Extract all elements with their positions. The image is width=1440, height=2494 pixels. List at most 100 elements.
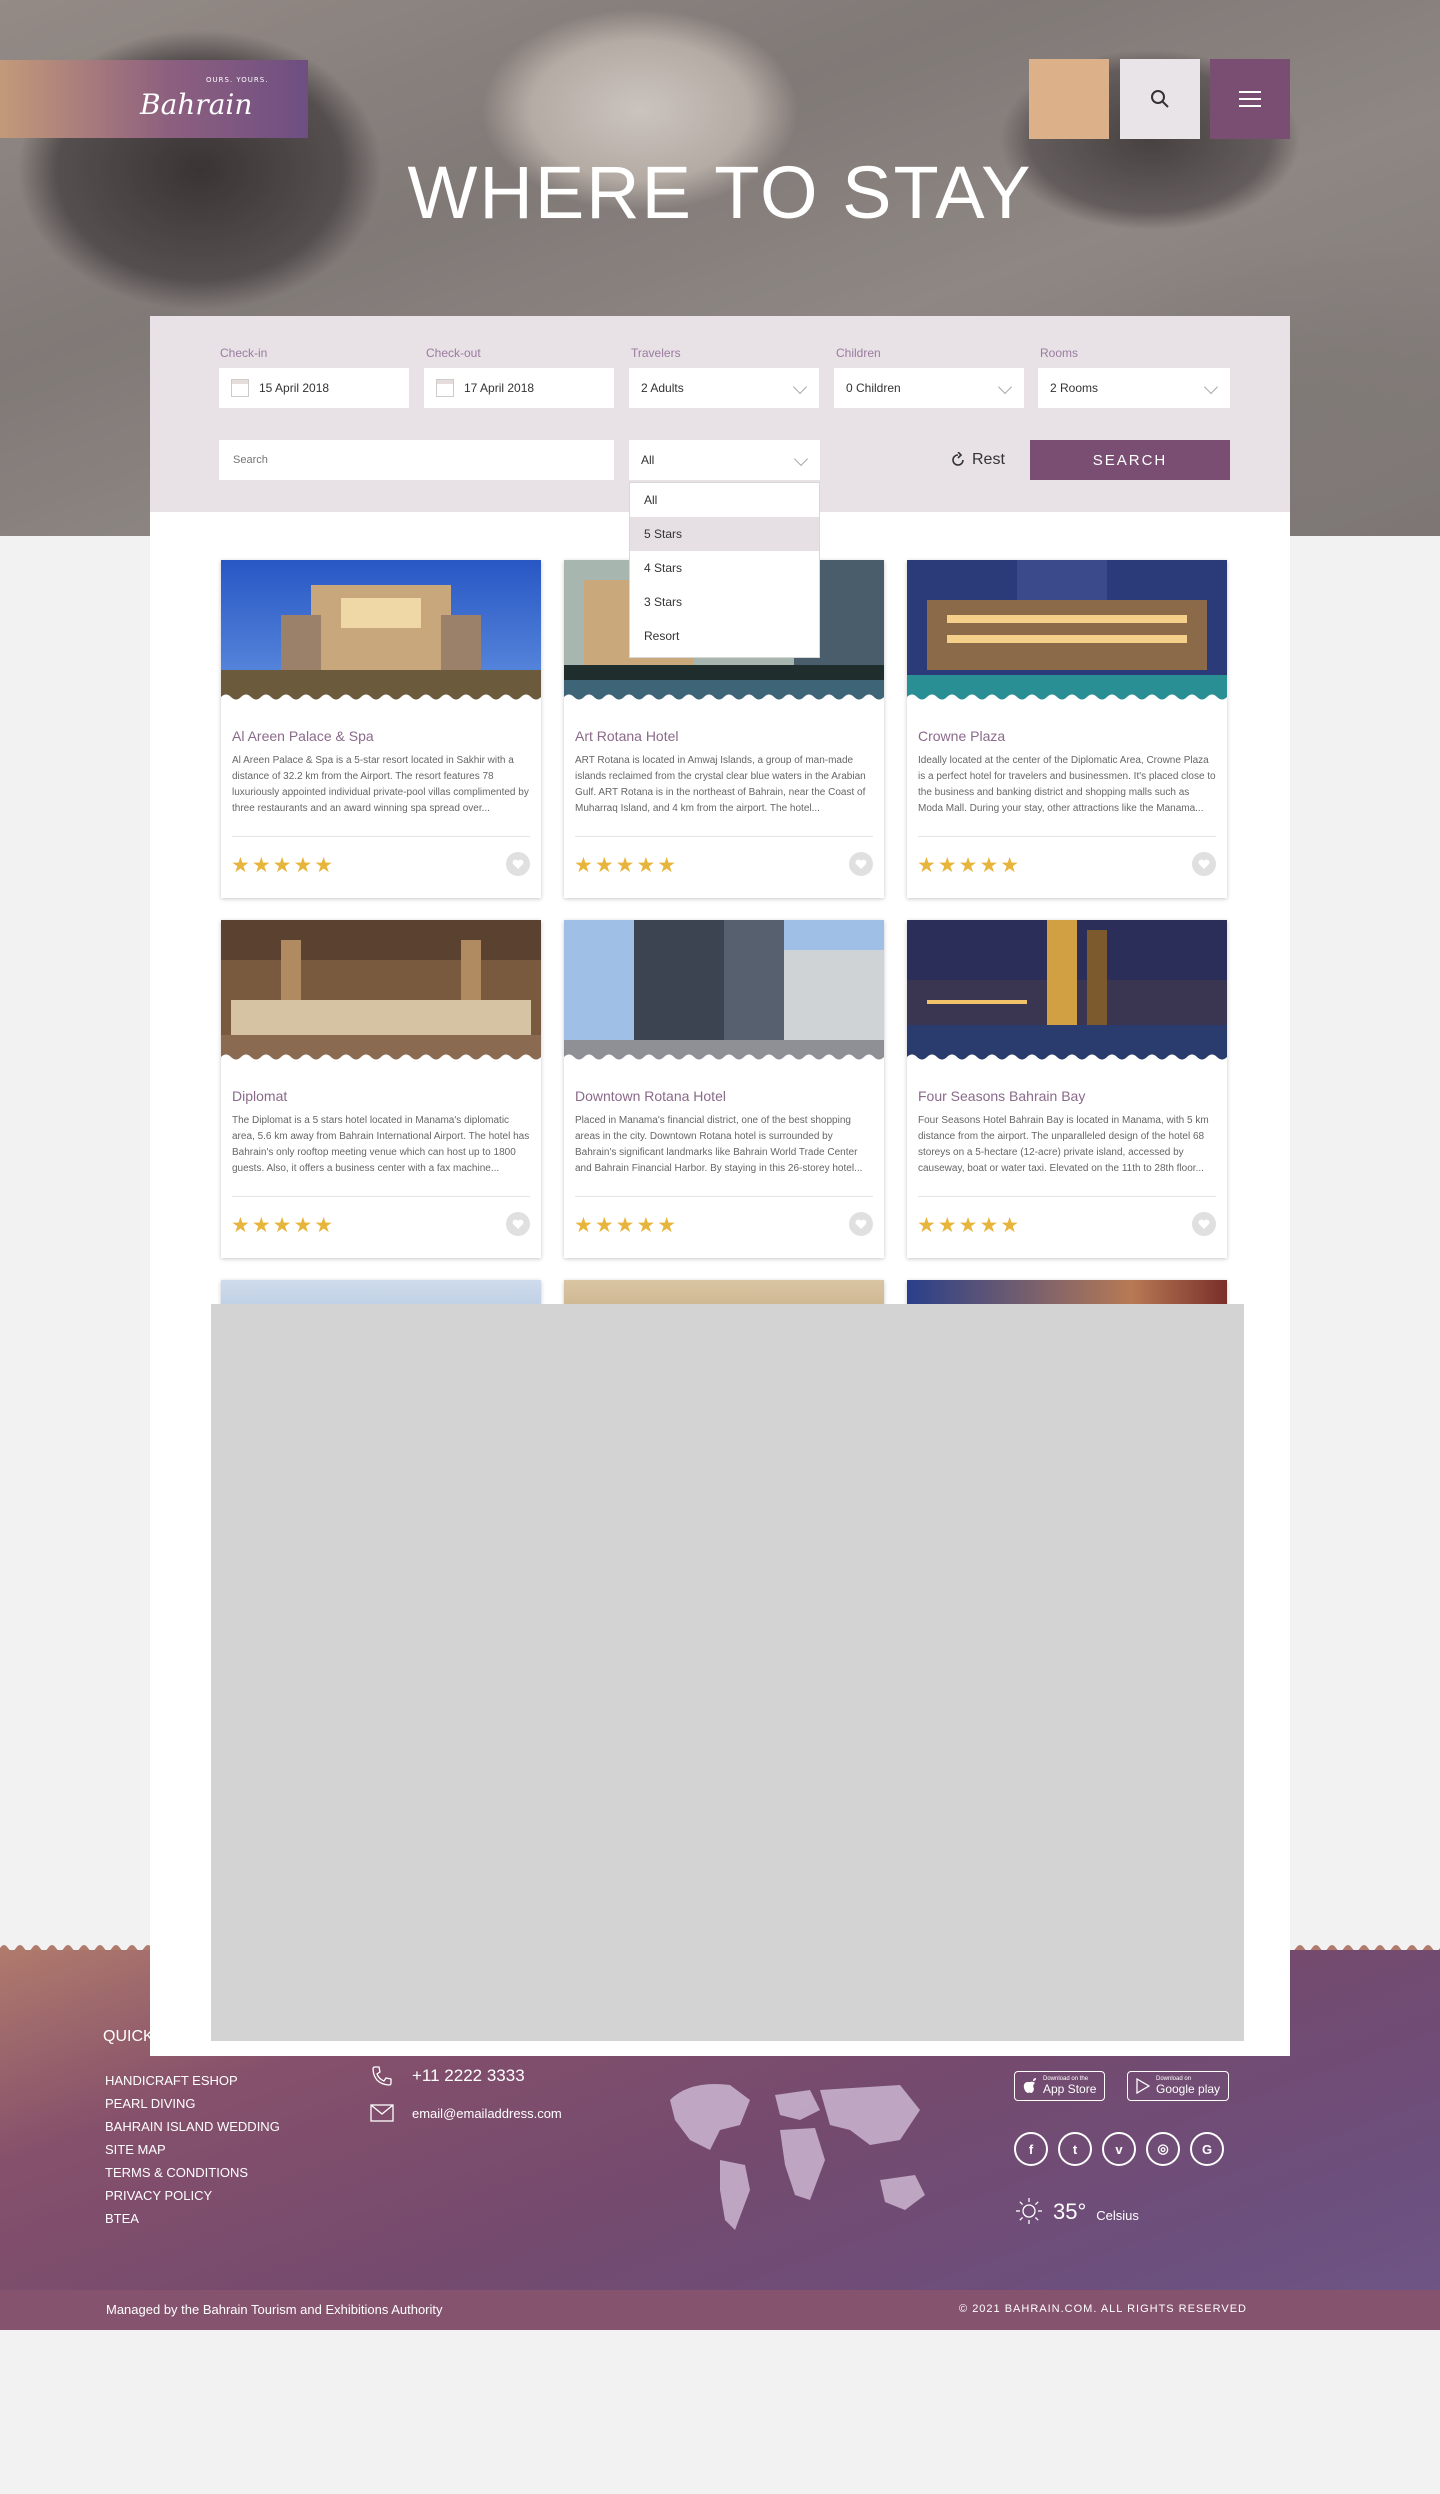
favorite-button[interactable] [506, 1212, 530, 1236]
hotel-name[interactable]: Al Areen Palace & Spa [232, 728, 374, 744]
menu-button[interactable] [1210, 59, 1290, 139]
heart-icon [512, 859, 524, 869]
hotel-image [221, 920, 541, 1060]
dropdown-option[interactable]: All [630, 483, 819, 517]
reset-button[interactable]: Rest [950, 451, 1005, 469]
phone-contact[interactable]: +11 2222 3333 [370, 2064, 525, 2088]
email-contact[interactable]: email@emailaddress.com [370, 2104, 562, 2122]
travelers-select[interactable]: 2 Adults [629, 368, 819, 408]
favorite-button[interactable] [1192, 1212, 1216, 1236]
app-store-badge[interactable]: Download on the App Store [1014, 2071, 1106, 2101]
hotel-image [907, 560, 1227, 700]
managed-by-text: Managed by the Bahrain Tourism and Exhib… [106, 2302, 443, 2317]
temperature: 35° [1053, 2199, 1087, 2224]
footer-link[interactable]: TERMS & CONDITIONS [105, 2165, 248, 2180]
sun-icon [1016, 2198, 1042, 2224]
divider [232, 836, 530, 837]
twitter-icon[interactable]: t [1058, 2132, 1092, 2166]
temperature-unit: Celsius [1096, 2208, 1139, 2223]
logo[interactable]: OURS. YOURS. Bahrain [0, 60, 308, 138]
heart-icon [855, 859, 867, 869]
chevron-down-icon [793, 451, 809, 467]
hotel-description: Ideally located at the center of the Dip… [918, 755, 1216, 814]
star-rating: ★★★★★ [574, 853, 679, 877]
category-select[interactable]: All [629, 440, 820, 480]
hotel-image [564, 920, 884, 1060]
rooms-label: Rooms [1040, 346, 1079, 360]
reset-icon [952, 452, 964, 466]
hotel-card[interactable]: Diplomat The Diplomat is a 5 stars hotel… [221, 920, 541, 1258]
hotel-card[interactable]: Al Areen Palace & Spa Al Areen Palace & … [221, 560, 541, 898]
search-button-header[interactable] [1120, 59, 1200, 139]
hotel-card[interactable]: Crowne Plaza Ideally located at the cent… [907, 560, 1227, 898]
heart-icon [1198, 1219, 1210, 1229]
hotel-description: The Diplomat is a 5 stars hotel located … [232, 1115, 530, 1174]
divider [575, 836, 873, 837]
favorite-button[interactable] [1192, 852, 1216, 876]
vimeo-icon[interactable]: v [1102, 2132, 1136, 2166]
google-icon[interactable]: G [1190, 2132, 1224, 2166]
page-title: WHERE TO STAY [407, 151, 1033, 234]
rooms-select[interactable]: 2 Rooms [1038, 368, 1230, 408]
search-input[interactable] [219, 440, 614, 480]
footer-link[interactable]: PRIVACY POLICY [105, 2188, 212, 2203]
footer-link[interactable]: PEARL DIVING [105, 2096, 196, 2111]
checkout-value: 17 April 2018 [464, 381, 535, 395]
heart-icon [512, 1219, 524, 1229]
footer-link[interactable]: BAHRAIN ISLAND WEDDING [105, 2119, 280, 2134]
dropdown-option[interactable]: 3 Stars [630, 585, 819, 619]
reset-label: Rest [972, 451, 1005, 468]
calendar-icon [436, 379, 454, 397]
hotel-name[interactable]: Art Rotana Hotel [575, 728, 679, 744]
star-rating: ★★★★★ [574, 1213, 679, 1237]
loading-overlay [211, 1304, 1244, 2041]
heart-icon [855, 1219, 867, 1229]
favorite-button[interactable] [849, 852, 873, 876]
world-map-icon [670, 2084, 925, 2230]
hotel-name[interactable]: Crowne Plaza [918, 728, 1005, 744]
instagram-icon[interactable]: ◎ [1146, 2132, 1180, 2166]
footer-bottom-bar: Managed by the Bahrain Tourism and Exhib… [0, 2290, 1440, 2330]
search-button[interactable]: SEARCH [1030, 440, 1230, 480]
hotel-name[interactable]: Four Seasons Bahrain Bay [918, 1088, 1085, 1104]
checkout-field[interactable]: 17 April 2018 [424, 368, 614, 408]
hotel-description: ART Rotana is located in Amwaj Islands, … [575, 755, 866, 814]
children-select[interactable]: 0 Children [834, 368, 1024, 408]
hotel-name[interactable]: Diplomat [232, 1088, 287, 1104]
footer-link[interactable]: SITE MAP [105, 2142, 166, 2157]
search-icon [1151, 90, 1169, 108]
hotel-description: Al Areen Palace & Spa is a 5-star resort… [232, 755, 529, 814]
category-value: All [641, 453, 655, 467]
logo-text: Bahrain [140, 88, 253, 121]
google-play-badge[interactable]: Download on Google play [1127, 2071, 1230, 2101]
google-play-big: Google play [1156, 2082, 1221, 2096]
calendar-icon [231, 379, 249, 397]
dropdown-option[interactable]: 5 Stars [630, 517, 819, 551]
chevron-down-icon [1203, 379, 1219, 395]
favorite-button[interactable] [506, 852, 530, 876]
checkin-field[interactable]: 15 April 2018 [219, 368, 409, 408]
facebook-icon[interactable]: f [1014, 2132, 1048, 2166]
header-accent-button[interactable] [1029, 59, 1109, 139]
dropdown-option[interactable]: Resort [630, 619, 819, 653]
mail-icon [370, 2104, 394, 2122]
checkin-label: Check-in [220, 346, 268, 360]
hotel-name[interactable]: Downtown Rotana Hotel [575, 1088, 726, 1104]
category-dropdown: All 5 Stars 4 Stars 3 Stars Resort [629, 482, 820, 658]
hotel-card[interactable]: Downtown Rotana Hotel Placed in Manama's… [564, 920, 884, 1258]
favorite-button[interactable] [849, 1212, 873, 1236]
footer-link[interactable]: BTEA [105, 2211, 139, 2226]
dropdown-option[interactable]: 4 Stars [630, 551, 819, 585]
star-rating: ★★★★★ [917, 1213, 1022, 1237]
hotel-description: Four Seasons Hotel Bahrain Bay is locate… [918, 1115, 1209, 1174]
hotel-card[interactable]: Four Seasons Bahrain Bay Four Seasons Ho… [907, 920, 1227, 1258]
hamburger-icon [1239, 91, 1261, 107]
star-rating: ★★★★★ [231, 853, 336, 877]
footer-link[interactable]: HANDICRAFT ESHOP [105, 2073, 238, 2088]
hotel-description: Placed in Manama's financial district, o… [575, 1115, 863, 1174]
phone-icon [372, 2066, 392, 2086]
weather-widget: 35° Celsius [1015, 2197, 1139, 2225]
travelers-label: Travelers [631, 346, 681, 360]
star-rating: ★★★★★ [231, 1213, 336, 1237]
divider [232, 1196, 530, 1197]
